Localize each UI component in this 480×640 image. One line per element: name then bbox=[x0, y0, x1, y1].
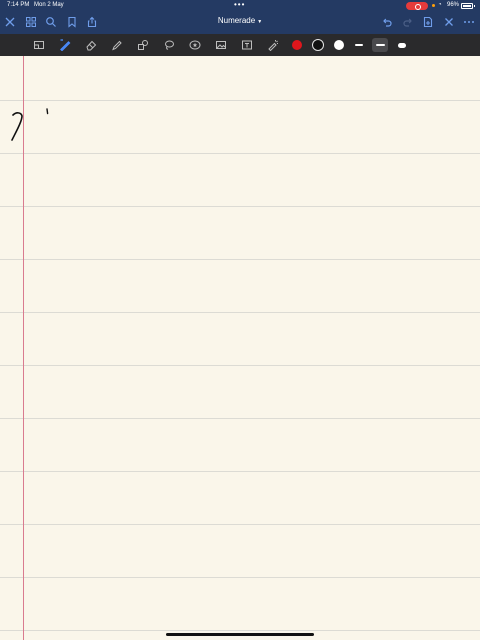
zoom-window-icon[interactable] bbox=[31, 38, 46, 52]
add-page-icon[interactable] bbox=[421, 15, 435, 29]
color-swatch-red[interactable] bbox=[292, 40, 302, 50]
lasso-tool-icon[interactable] bbox=[161, 38, 176, 52]
status-date: Mon 2 May bbox=[34, 2, 64, 8]
ink-stroke-numeral bbox=[11, 112, 23, 141]
image-tool-icon[interactable] bbox=[213, 38, 228, 52]
ink-stroke-tick bbox=[46, 108, 49, 115]
battery-icon bbox=[461, 3, 475, 9]
chevron-down-icon: ▼ bbox=[257, 19, 263, 25]
more-icon[interactable] bbox=[462, 15, 476, 29]
home-indicator[interactable] bbox=[166, 633, 314, 636]
document-nav-bar: Numerade ▼ bbox=[0, 12, 480, 34]
stroke-thick[interactable] bbox=[394, 38, 410, 52]
screen-recording-icon[interactable] bbox=[406, 2, 428, 10]
pen-tool-icon[interactable] bbox=[57, 38, 72, 52]
mic-indicator-icon bbox=[432, 4, 435, 7]
redo-icon[interactable] bbox=[401, 15, 415, 29]
drawing-toolbar bbox=[0, 34, 480, 56]
close-icon[interactable] bbox=[442, 15, 456, 29]
color-swatch-black[interactable] bbox=[312, 39, 324, 51]
stroke-thin[interactable] bbox=[351, 38, 367, 52]
document-title-label: Numerade bbox=[217, 16, 256, 25]
laser-pointer-icon[interactable] bbox=[265, 38, 280, 52]
multitasking-dots-icon[interactable]: ••• bbox=[234, 0, 245, 9]
color-swatch-white[interactable] bbox=[334, 40, 344, 50]
sticker-tool-icon[interactable] bbox=[187, 38, 202, 52]
eraser-tool-icon[interactable] bbox=[83, 38, 98, 52]
highlighter-tool-icon[interactable] bbox=[109, 38, 124, 52]
ruled-paper-canvas[interactable] bbox=[0, 56, 480, 640]
wifi-icon: ◔ bbox=[438, 2, 442, 8]
text-tool-icon[interactable] bbox=[239, 38, 254, 52]
status-time: 7:14 PM bbox=[7, 2, 30, 8]
shapes-tool-icon[interactable] bbox=[135, 38, 150, 52]
stroke-medium[interactable] bbox=[372, 38, 388, 52]
handwriting-ink bbox=[11, 108, 49, 141]
battery-percentage: 96% bbox=[447, 2, 460, 8]
status-bar: 7:14 PM Mon 2 May ••• ◔ 96% bbox=[0, 0, 480, 12]
undo-icon[interactable] bbox=[380, 15, 394, 29]
